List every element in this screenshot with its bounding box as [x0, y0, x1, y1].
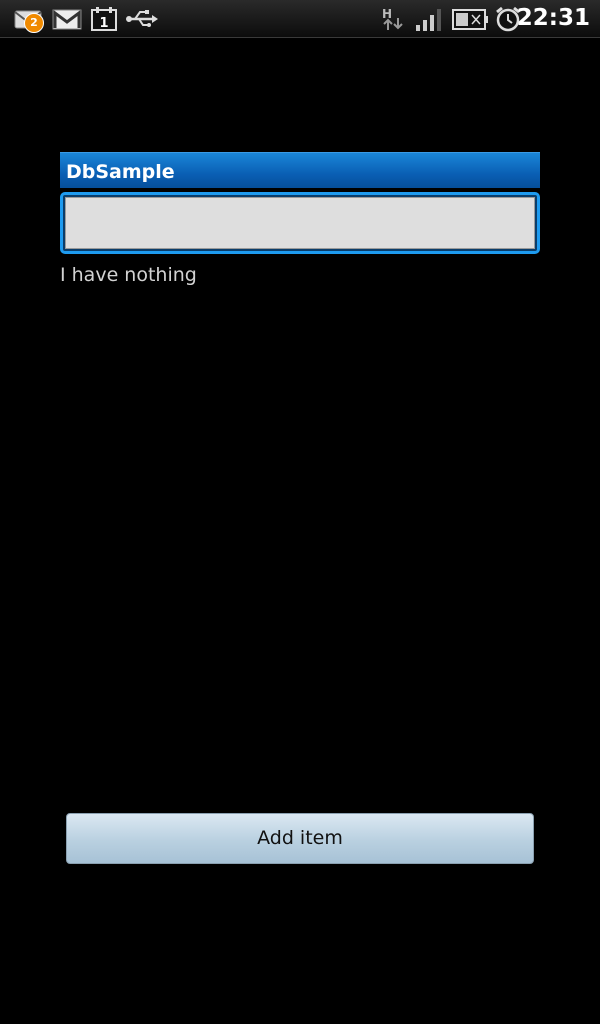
item-input-box[interactable]: [65, 197, 535, 249]
svg-text:H: H: [382, 7, 392, 21]
svg-text:1: 1: [99, 16, 108, 31]
signal-icon: [416, 9, 441, 31]
usb-icon: [126, 10, 158, 27]
app-title-bar: DbSample: [60, 152, 540, 188]
hspa-data-icon: H: [382, 7, 403, 30]
empty-list-message: I have nothing: [60, 264, 197, 286]
status-bar: 2 1 H 22:31: [0, 0, 600, 38]
app-title: DbSample: [66, 161, 175, 183]
gmail-icon: [52, 9, 82, 30]
battery-icon: [452, 9, 488, 30]
mail-badge: 2: [24, 13, 44, 33]
add-item-button[interactable]: Add item: [66, 813, 534, 864]
item-input[interactable]: [60, 192, 540, 254]
status-clock: 22:31: [516, 5, 590, 31]
calendar-icon: 1: [91, 7, 117, 31]
